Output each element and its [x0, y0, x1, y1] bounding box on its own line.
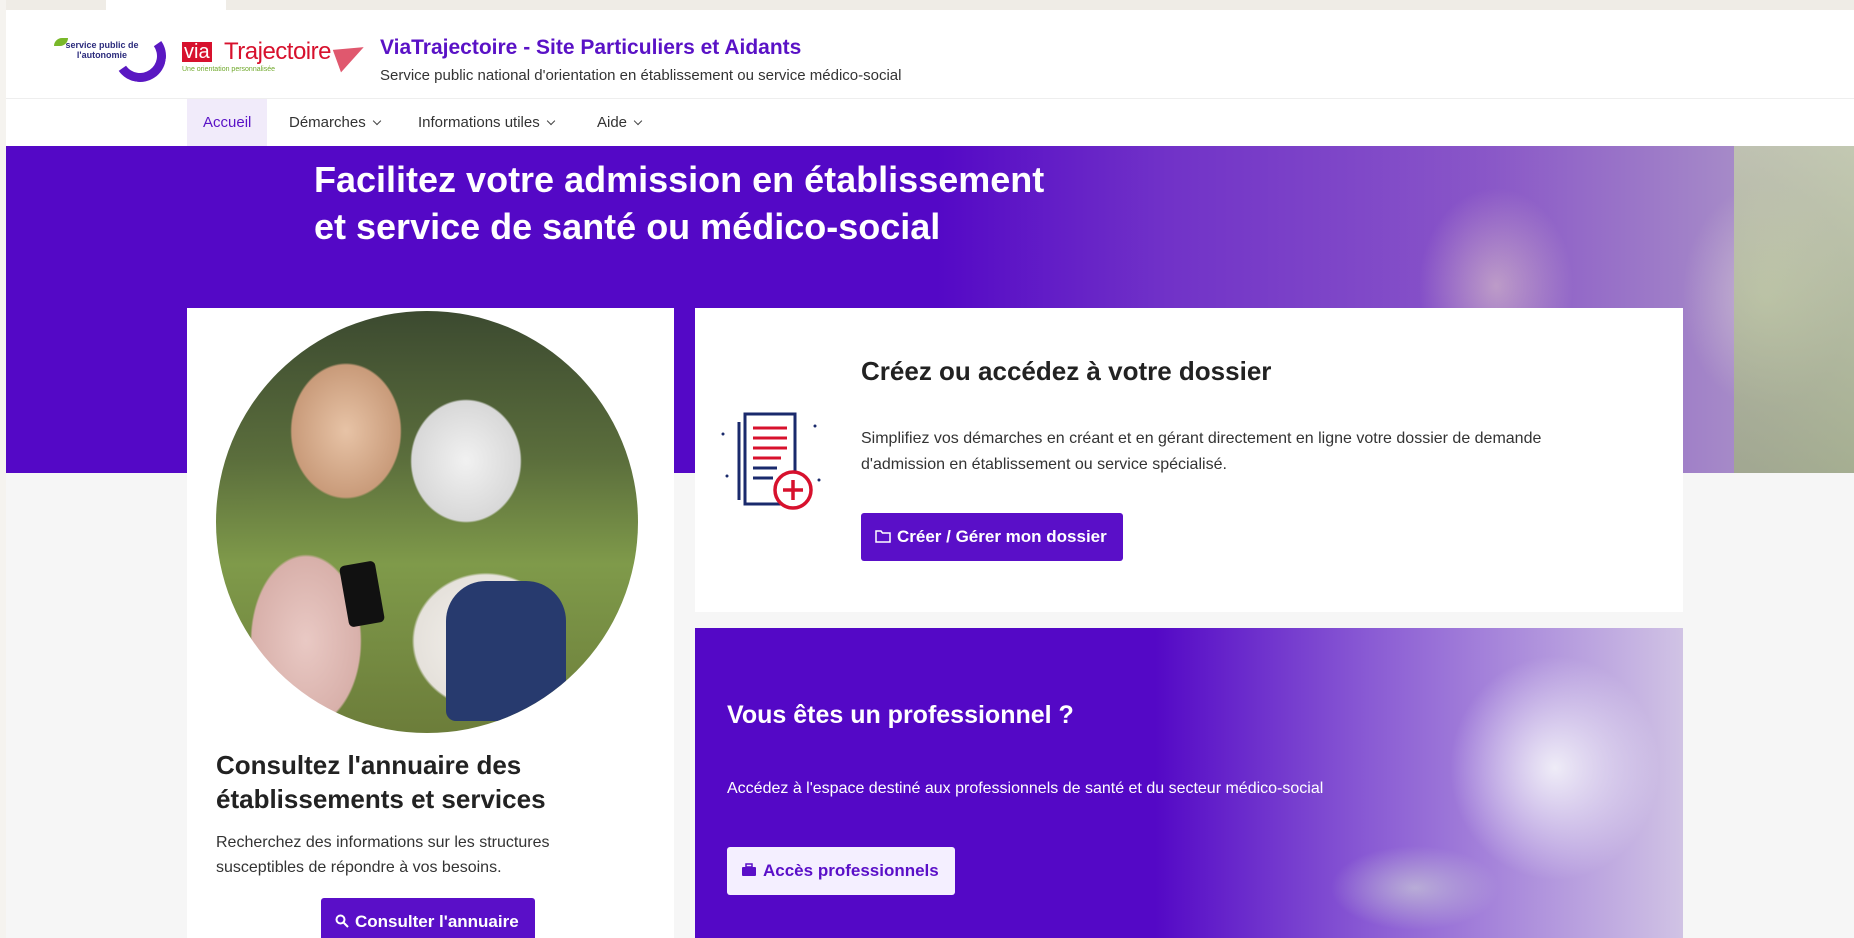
nav-item-accueil[interactable]: Accueil: [187, 99, 268, 147]
window-backdrop: [1734, 146, 1854, 473]
hero-title-line-2: et service de santé ou médico-social: [314, 206, 941, 247]
creer-gerer-dossier-button[interactable]: Créer / Gérer mon dossier: [861, 513, 1123, 561]
arc-icon: [109, 25, 171, 87]
site-subtitle: Service public national d'orientation en…: [380, 67, 902, 84]
professionnel-card: Vous êtes un professionnel ? Accédez à l…: [695, 628, 1683, 938]
annuaire-title: Consultez l'annuaire des établissements …: [216, 750, 546, 814]
acces-professionnels-button[interactable]: Accès professionnels: [727, 847, 955, 895]
browser-viewport: service public de l'autonomie via Trajec…: [6, 0, 1854, 938]
chevron-down-icon: [633, 116, 643, 126]
professionnel-title: Vous êtes un professionnel ?: [727, 701, 1074, 729]
caregiver-photo: [216, 311, 638, 733]
annuaire-text: Recherchez des informations sur les stru…: [216, 834, 550, 876]
document-add-icon: [721, 412, 821, 510]
hero-title: Facilitez votre admission en établisseme…: [314, 156, 1214, 250]
nav-item-informations-utiles[interactable]: Informations utiles: [402, 99, 570, 147]
annuaire-card: Consultez l'annuaire des établissements …: [187, 308, 674, 938]
folder-icon: [875, 529, 891, 543]
nav-item-aide[interactable]: Aide: [581, 99, 657, 147]
logo-traj-text: Trajectoire: [224, 38, 331, 65]
main-nav: Accueil Démarches Informations utiles Ai…: [6, 98, 1854, 147]
dossier-card: Créez ou accédez à votre dossier Simplif…: [695, 308, 1683, 612]
logo-via-text: via: [182, 41, 212, 63]
tab-hint: [106, 0, 226, 10]
dossier-title: Créez ou accédez à votre dossier: [861, 356, 1272, 386]
phone-icon: [338, 560, 386, 628]
chevron-down-icon: [546, 116, 555, 126]
site-title[interactable]: ViaTrajectoire - Site Particuliers et Ai…: [380, 36, 801, 60]
consulter-annuaire-button[interactable]: Consulter l'annuaire: [321, 898, 535, 938]
nav-label: Informations utiles: [418, 114, 540, 131]
browser-top-strip: [6, 0, 1854, 10]
nav-label: Accueil: [203, 114, 252, 131]
viatrajectoire-logo[interactable]: via Trajectoire Une orientation personna…: [182, 38, 370, 82]
button-label: Accès professionnels: [763, 861, 939, 880]
nav-label: Démarches: [289, 114, 366, 131]
search-icon: [335, 914, 349, 928]
button-label: Consulter l'annuaire: [355, 912, 519, 931]
photo-jacket: [446, 581, 566, 721]
briefcase-icon: [742, 862, 756, 876]
professionnel-text: Accédez à l'espace destiné aux professio…: [727, 780, 1324, 797]
button-label: Créer / Gérer mon dossier: [897, 527, 1107, 546]
paper-plane-icon: [332, 39, 370, 73]
hero-title-line-1: Facilitez votre admission en établisseme…: [314, 159, 1045, 200]
nav-label: Aide: [597, 114, 628, 131]
chevron-down-icon: [372, 116, 381, 126]
dossier-text: Simplifiez vos démarches en créant et en…: [861, 430, 1542, 473]
nav-item-demarches[interactable]: Démarches: [273, 99, 396, 147]
site-header: service public de l'autonomie via Trajec…: [6, 10, 1854, 98]
logo-tagline: Une orientation personnalisée: [182, 66, 276, 73]
service-public-autonomie-logo[interactable]: service public de l'autonomie: [48, 25, 171, 87]
